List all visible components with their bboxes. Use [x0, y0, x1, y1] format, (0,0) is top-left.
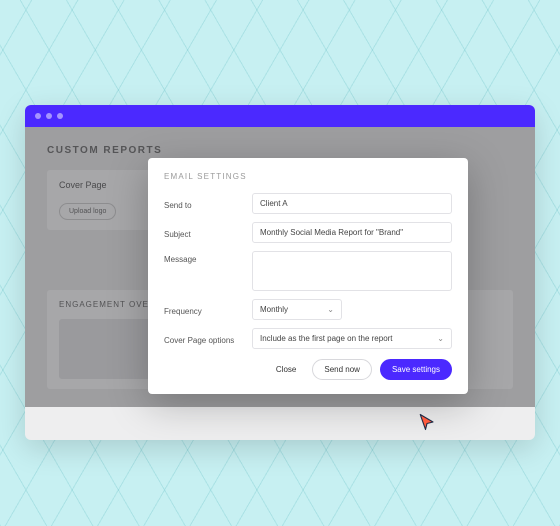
modal-title: EMAIL SETTINGS — [164, 172, 452, 181]
send-to-label: Send to — [164, 197, 242, 210]
cover-page-options-value: Include as the first page on the report — [260, 334, 393, 343]
send-to-input[interactable]: Client A — [252, 193, 452, 214]
chevron-down-icon: ⌄ — [327, 305, 334, 314]
email-settings-modal: EMAIL SETTINGS Send to Client A Subject … — [148, 158, 468, 394]
frequency-value: Monthly — [260, 305, 288, 314]
window-control-dot[interactable] — [46, 113, 52, 119]
frequency-select[interactable]: Monthly ⌄ — [252, 299, 342, 320]
message-textarea[interactable] — [252, 251, 452, 291]
subject-value: Monthly Social Media Report for "Brand" — [260, 228, 403, 237]
window-control-dot[interactable] — [35, 113, 41, 119]
cover-page-options-label: Cover Page options — [164, 332, 242, 345]
close-button[interactable]: Close — [268, 360, 304, 379]
subject-input[interactable]: Monthly Social Media Report for "Brand" — [252, 222, 452, 243]
frequency-label: Frequency — [164, 303, 242, 316]
message-label: Message — [164, 251, 242, 264]
save-settings-button[interactable]: Save settings — [380, 359, 452, 380]
window-control-dot[interactable] — [57, 113, 63, 119]
chevron-down-icon: ⌄ — [437, 334, 444, 343]
cover-page-options-select[interactable]: Include as the first page on the report … — [252, 328, 452, 349]
send-now-button[interactable]: Send now — [312, 359, 372, 380]
modal-footer: Close Send now Save settings — [164, 359, 452, 380]
window-titlebar — [25, 105, 535, 127]
send-to-value: Client A — [260, 199, 288, 208]
page-background: CUSTOM REPORTS Cover Page Upload logo EN… — [0, 0, 560, 526]
subject-label: Subject — [164, 226, 242, 239]
